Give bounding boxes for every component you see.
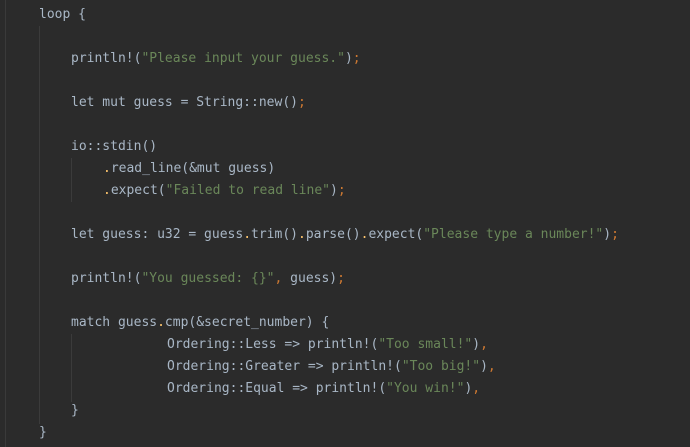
code-token: . <box>243 227 252 242</box>
code-token: Ordering::Equal => println!( <box>167 381 387 396</box>
code-token: ) <box>330 183 338 198</box>
code-token: Ordering::Less => println!( <box>167 337 379 352</box>
code-token: guess) <box>282 271 338 286</box>
code-token: ) <box>472 337 481 352</box>
code-token: ; <box>297 95 306 110</box>
code-line[interactable]: io::stdin() <box>71 136 157 158</box>
code-token: "Too small!" <box>378 337 473 352</box>
code-line[interactable]: } <box>71 400 79 422</box>
gutter-divider <box>5 0 6 447</box>
code-token: loop { <box>39 7 86 22</box>
indent-guide <box>71 158 72 202</box>
code-token: io::stdin() <box>71 139 158 154</box>
code-token: "Please input your guess." <box>141 51 345 66</box>
code-token: ; <box>352 51 361 66</box>
code-token: match guess <box>71 315 158 330</box>
code-token: println!( <box>71 51 142 66</box>
code-token: ; <box>337 271 345 286</box>
code-token: read_line(&mut guess) <box>110 161 276 176</box>
code-line[interactable]: Ordering::Less => println!("Too small!")… <box>167 334 488 356</box>
code-line[interactable]: Ordering::Greater => println!("Too big!"… <box>167 356 496 378</box>
code-token: "Failed to read line" <box>165 183 330 198</box>
code-line[interactable]: .read_line(&mut guess) <box>103 158 275 180</box>
code-token: } <box>71 403 79 418</box>
code-token: "Too big!" <box>401 359 481 374</box>
code-line[interactable]: let mut guess = String::new(); <box>71 92 306 114</box>
code-line[interactable]: match guess.cmp(&secret_number) { <box>71 312 329 334</box>
code-token: , <box>487 359 496 374</box>
code-line[interactable]: let guess: u32 = guess.trim().parse().ex… <box>71 224 619 246</box>
code-token: , <box>480 337 488 352</box>
code-line[interactable]: println!("You guessed: {}", guess); <box>71 268 345 290</box>
code-token: } <box>39 425 47 440</box>
code-line[interactable]: Ordering::Equal => println!("You win!"), <box>167 378 480 400</box>
code-token: ; <box>337 183 346 198</box>
code-line[interactable]: } <box>39 422 47 444</box>
code-token: parse() <box>305 227 361 242</box>
code-line[interactable]: loop { <box>39 4 86 26</box>
code-editor[interactable]: loop {println!("Please input your guess.… <box>0 0 690 447</box>
code-token: . <box>297 227 306 242</box>
code-line[interactable]: println!("Please input your guess."); <box>71 48 361 70</box>
code-token: . <box>157 315 165 330</box>
code-token: "You guessed: {}" <box>141 271 275 286</box>
code-token: ; <box>611 227 619 242</box>
code-line[interactable]: .expect("Failed to read line"); <box>103 180 346 202</box>
code-token: "You win!" <box>386 381 465 396</box>
code-token: , <box>472 381 481 396</box>
code-token: let mut guess = String::new() <box>71 95 298 110</box>
code-token: expect( <box>110 183 166 198</box>
code-token: "Please type a number!" <box>423 227 604 242</box>
code-token: trim() <box>251 227 298 242</box>
code-token: . <box>103 183 111 198</box>
code-token: ) <box>344 51 353 66</box>
indent-guide <box>71 334 72 402</box>
indent-guide <box>39 26 40 424</box>
code-token: println!( <box>71 271 142 286</box>
code-token: ) <box>603 227 612 242</box>
code-token: Ordering::Greater => println!( <box>167 359 402 374</box>
code-token: let guess: u32 = guess <box>71 227 244 242</box>
code-token: ) <box>480 359 488 374</box>
code-token: cmp(&secret_number) { <box>164 315 330 330</box>
code-token: . <box>103 161 111 176</box>
code-token: expect( <box>368 227 424 242</box>
